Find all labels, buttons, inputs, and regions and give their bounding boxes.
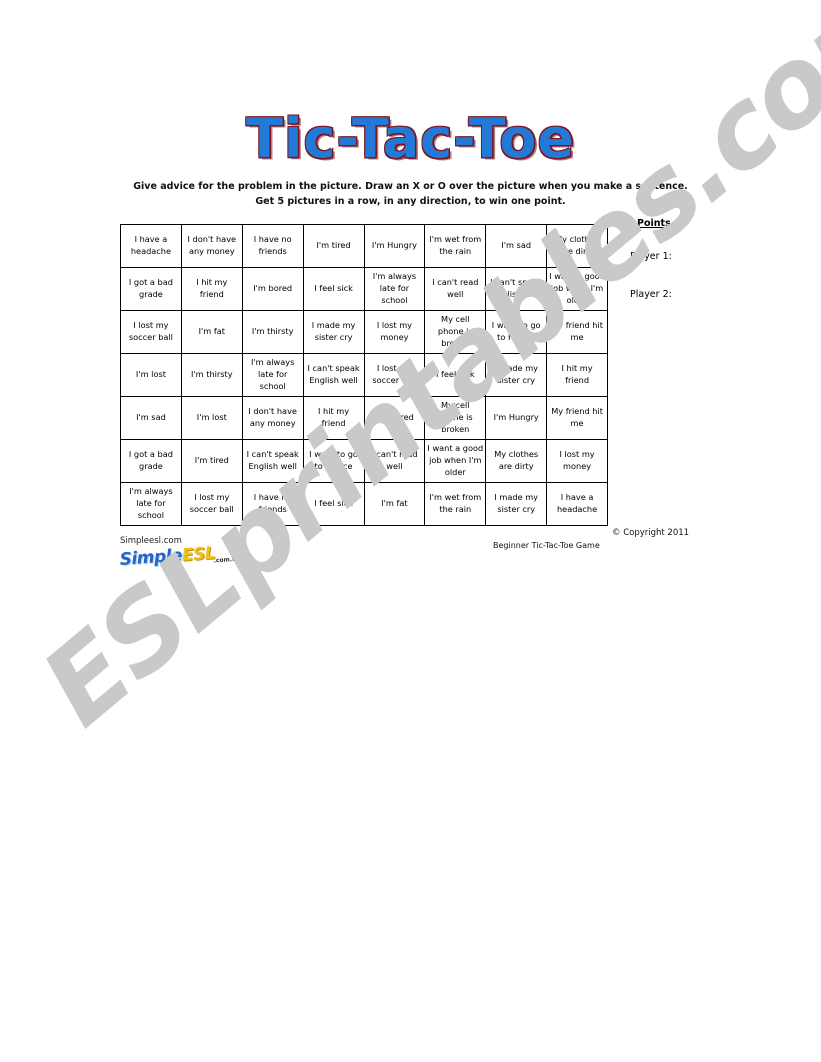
grid-cell[interactable]: I lost my soccer ball (363, 353, 426, 397)
instruction-line-2: Get 5 pictures in a row, in any directio… (255, 195, 566, 207)
grid-cell[interactable]: My friend hit me (546, 310, 608, 354)
grid-cell[interactable]: My clothes are dirty (546, 224, 608, 268)
grid-row: I'm always late for school I lost my socc… (120, 482, 608, 526)
grid-cell[interactable]: I lost my money (363, 310, 426, 354)
grid-row: I'm sad I'm lost I don't have any money I h… (120, 396, 608, 440)
grid-cell[interactable]: I'm Hungry (485, 396, 548, 440)
grid-cell[interactable]: My clothes are dirty (485, 439, 548, 483)
bingo-grid-table: I have a headache I don't have any money I… (120, 224, 608, 526)
grid-cell[interactable]: I want a good job when I'm older (546, 267, 608, 311)
player-2-score-row[interactable]: Player 2: (630, 289, 672, 300)
grid-cell[interactable]: I'm Hungry (363, 224, 426, 268)
grid-row: I lost my soccer ball I'm fat I'm thirsty I… (120, 310, 608, 354)
grid-cell[interactable]: I'm wet from the rain (424, 224, 487, 268)
grid-cell[interactable]: I'm lost (180, 396, 243, 440)
grid-cell[interactable]: I lost my money (546, 439, 608, 483)
grid-cell[interactable]: I have no friends (241, 224, 304, 268)
player-1-score-row[interactable]: Player 1: (630, 251, 672, 262)
grid-cell[interactable]: I'm lost (120, 353, 182, 397)
grid-cell[interactable]: I can't read well (424, 267, 487, 311)
copyright-text: © Copyright 2011 (612, 528, 690, 538)
grid-cell[interactable]: I'm tired (302, 224, 365, 268)
grid-cell[interactable]: I got a bad grade (120, 439, 182, 483)
grid-cell[interactable]: I feel sick (424, 353, 487, 397)
grid-cell[interactable]: I can't speak English well (302, 353, 365, 397)
grid-cell[interactable]: I want a good job when I'm older (424, 439, 487, 483)
grid-cell[interactable]: I have a headache (120, 224, 182, 268)
grid-cell[interactable]: I made my sister cry (302, 310, 365, 354)
grid-cell[interactable]: I'm fat (363, 482, 426, 526)
instruction-line-1: Give advice for the problem in the pictu… (133, 181, 688, 192)
grid-cell[interactable]: I'm sad (120, 396, 182, 440)
grid-cell[interactable]: My friend hit me (546, 396, 608, 440)
grid-cell[interactable]: My cell phone is broken (424, 396, 487, 440)
grid-cell[interactable]: My cell phone is broken (424, 310, 487, 354)
grid-body: I have a headache I don't have any money I… (120, 224, 608, 526)
simpleesl-logo: SimpleESL.com.tr (119, 542, 241, 576)
grid-cell[interactable]: I lost my soccer ball (120, 310, 182, 354)
grid-cell[interactable]: I'm thirsty (180, 353, 243, 397)
grid-cell[interactable]: I want to go to France (485, 310, 548, 354)
grid-cell[interactable]: I'm wet from the rain (424, 482, 487, 526)
grid-cell[interactable]: I got a bad grade (120, 267, 182, 311)
logo-text-tld: .com.tr (213, 555, 239, 565)
grid-cell[interactable]: I can't speak English well (485, 267, 548, 311)
grid-cell[interactable]: I made my sister cry (485, 482, 548, 526)
footer-left: Simpleesl.com SimpleESL.com.tr (119, 536, 241, 576)
grid-cell[interactable]: I feel sick (302, 267, 365, 311)
grid-row: I got a bad grade I hit my friend I'm bore… (120, 267, 608, 311)
grid-cell[interactable]: I'm sad (485, 224, 548, 268)
instructions-block: Give advice for the problem in the pictu… (0, 180, 821, 209)
grid-cell[interactable]: I have a headache (546, 482, 608, 526)
grid-cell[interactable]: I hit my friend (302, 396, 365, 440)
grid-row: I'm lost I'm thirsty I'm always late for s… (120, 353, 608, 397)
points-panel: Points Player 1: Player 2: (630, 218, 672, 327)
grid-cell[interactable]: I can't read well (363, 439, 426, 483)
grid-cell[interactable]: I hit my friend (546, 353, 608, 397)
grid-cell[interactable]: I don't have any money (180, 224, 243, 268)
game-subtitle-text: Beginner Tic-Tac-Toe Game (493, 541, 600, 550)
grid-cell[interactable]: I'm always late for school (363, 267, 426, 311)
grid-cell[interactable]: I want to go to France (302, 439, 365, 483)
grid-cell[interactable]: I lost my soccer ball (180, 482, 243, 526)
grid-cell[interactable]: I don't have any money (241, 396, 304, 440)
grid-cell[interactable]: I'm tired (180, 439, 243, 483)
grid-row: I have a headache I don't have any money I… (120, 224, 608, 268)
logo-text-simple: Simple (119, 545, 183, 570)
grid-cell[interactable]: I hit my friend (180, 267, 243, 311)
grid-row: I got a bad grade I'm tired I can't speak … (120, 439, 608, 483)
grid-cell[interactable]: I'm always late for school (241, 353, 304, 397)
grid-cell[interactable]: I'm thirsty (241, 310, 304, 354)
grid-cell[interactable]: I have no friends (241, 482, 304, 526)
grid-cell[interactable]: I'm bored (363, 396, 426, 440)
grid-cell[interactable]: I'm bored (241, 267, 304, 311)
grid-cell[interactable]: I'm fat (180, 310, 243, 354)
points-heading: Points (637, 218, 671, 229)
page-title: Tic-Tac-Toe (245, 107, 575, 170)
title-area: Tic-Tac-Toe Give advice for the problem … (0, 112, 821, 209)
game-board: I have a headache I don't have any money I… (120, 224, 608, 526)
grid-cell[interactable]: I made my sister cry (485, 353, 548, 397)
grid-cell[interactable]: I feel sick (302, 482, 365, 526)
logo-text-esl: ESL (181, 543, 216, 566)
grid-cell[interactable]: I can't speak English well (241, 439, 304, 483)
grid-cell[interactable]: I'm always late for school (120, 482, 182, 526)
